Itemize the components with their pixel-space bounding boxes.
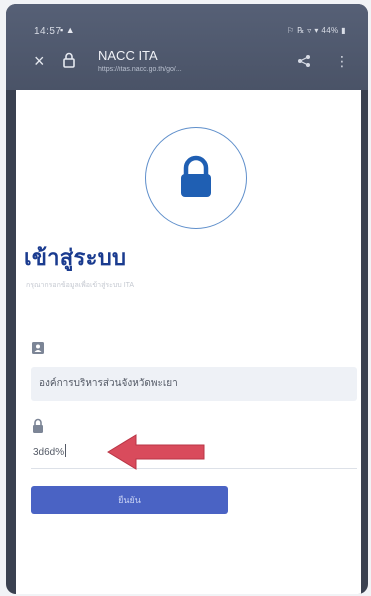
lock-circle [145,127,247,229]
screenshot-frame: 14:57 ▪ ▲ ⚐ ℞ ▿ ▾ 44% ▮ × NACC ITA https… [0,0,371,596]
page-title: เข้าสู่ระบบ [24,245,127,270]
password-lock-icon [33,418,43,433]
text-cursor [65,444,67,457]
password-value: 3d6d% [33,447,65,458]
organization-input[interactable]: องค์การบริหารส่วนจังหวัดพะเยา [31,367,357,401]
confirm-button[interactable]: ยืนยัน [31,486,228,514]
notification-icons: ▪ ▲ [60,25,75,35]
user-card-icon [32,342,44,354]
page-subtitle: กรุณากรอกข้อมูลเพื่อเข้าสู่ระบบ ITA [26,282,135,289]
site-title: NACC ITA [98,48,158,63]
red-arrow-annotation-icon [107,434,205,470]
more-options-icon[interactable]: ⋮ [335,54,349,68]
status-time: 14:57 [34,26,62,37]
browser-top-bar: 14:57 ▪ ▲ ⚐ ℞ ▿ ▾ 44% ▮ × NACC ITA https… [6,4,368,90]
status-indicators: ⚐ ℞ ▿ ▾ 44% ▮ [286,26,346,35]
site-url[interactable]: https://itas.nacc.go.th/go/... [98,66,268,73]
phone-screen: 14:57 ▪ ▲ ⚐ ℞ ▿ ▾ 44% ▮ × NACC ITA https… [6,4,368,594]
lock-icon [181,155,211,197]
secure-lock-icon[interactable] [62,52,76,68]
login-page: เข้าสู่ระบบ กรุณากรอกข้อมูลเพื่อเข้าสู่ร… [16,90,361,594]
share-icon[interactable] [297,54,311,68]
close-icon[interactable]: × [34,52,45,70]
